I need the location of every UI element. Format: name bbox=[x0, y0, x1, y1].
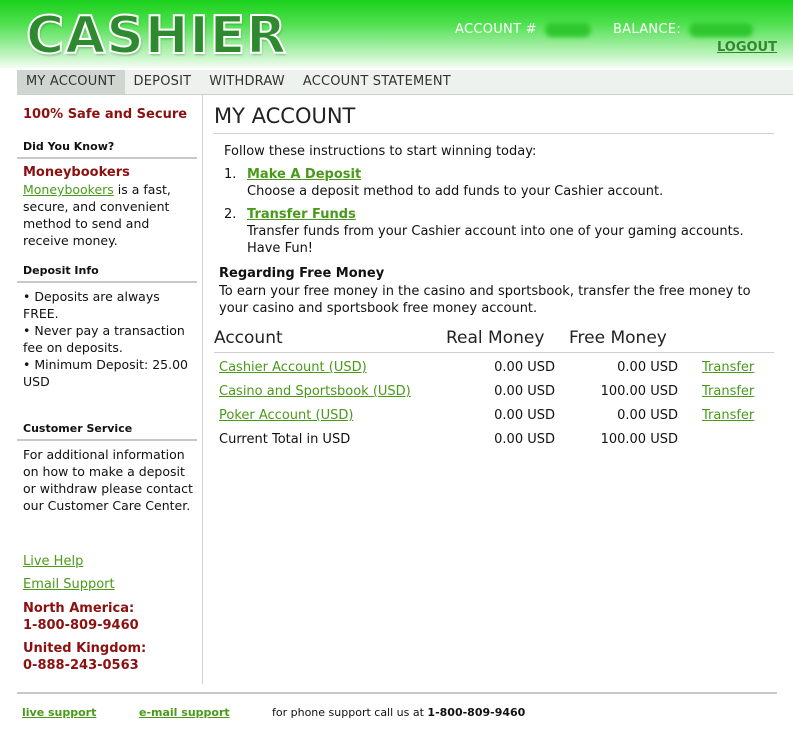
account-number-redacted bbox=[544, 22, 591, 37]
tab-withdraw[interactable]: WITHDRAW bbox=[200, 70, 294, 94]
step-number: 1. bbox=[224, 167, 237, 182]
real-money-value: 0.00 USD bbox=[494, 384, 555, 399]
balance-redacted bbox=[689, 22, 753, 37]
main-content: MY ACCOUNT Follow these instructions to … bbox=[214, 94, 776, 684]
united-kingdom-label: United Kingdom: bbox=[23, 641, 147, 656]
north-america-phone: North America: 1-800-809-9460 bbox=[23, 600, 193, 634]
deposit-info-item: • Minimum Deposit: 25.00 USD bbox=[23, 357, 189, 389]
safe-secure-text: 100% Safe and Secure bbox=[23, 107, 188, 122]
free-money-value: 100.00 USD bbox=[600, 384, 678, 399]
footer-phone-number: 1-800-809-9460 bbox=[427, 706, 526, 719]
total-free-money: 100.00 USD bbox=[600, 432, 678, 447]
total-real-money: 0.00 USD bbox=[494, 432, 555, 447]
real-money-value: 0.00 USD bbox=[494, 408, 555, 423]
accounts-table-header: Account Real Money Free Money bbox=[214, 326, 774, 353]
cashier-logo: CASHIER bbox=[25, 5, 288, 67]
logout-link[interactable]: LOGOUT bbox=[717, 40, 777, 55]
footer-phone-support: for phone support call us at 1-800-809-9… bbox=[272, 706, 525, 719]
email-support-link[interactable]: Email Support bbox=[23, 577, 115, 592]
tab-my-account[interactable]: MY ACCOUNT bbox=[17, 70, 125, 94]
col-account: Account bbox=[214, 328, 283, 348]
balance-label: BALANCE: bbox=[612, 22, 681, 37]
footer-email-support-link[interactable]: e-mail support bbox=[139, 706, 230, 719]
moneybookers-info: Moneybookers Moneybookers is a fast, sec… bbox=[23, 164, 193, 249]
did-you-know-heading: Did You Know? bbox=[17, 140, 197, 159]
col-free-money: Free Money bbox=[569, 328, 667, 348]
deposit-info-item: • Deposits are always FREE. bbox=[23, 289, 160, 321]
footer-divider bbox=[17, 692, 777, 694]
real-money-value: 0.00 USD bbox=[494, 360, 555, 375]
main-nav: MY ACCOUNT DEPOSIT WITHDRAW ACCOUNT STAT… bbox=[17, 70, 793, 95]
tab-deposit[interactable]: DEPOSIT bbox=[125, 70, 201, 94]
transfer-funds-link[interactable]: Transfer Funds bbox=[247, 207, 356, 222]
casino-sportsbook-link[interactable]: Casino and Sportsbook (USD) bbox=[219, 384, 411, 399]
deposit-info-heading: Deposit Info bbox=[17, 264, 197, 283]
free-money-value: 0.00 USD bbox=[617, 360, 678, 375]
total-label: Current Total in USD bbox=[219, 432, 351, 447]
step-description: Choose a deposit method to add funds to … bbox=[247, 184, 664, 199]
footer-phone-text: for phone support call us at bbox=[272, 706, 424, 719]
customer-service-text: For additional information on how to mak… bbox=[23, 447, 193, 513]
free-money-text: To earn your free money in the casino an… bbox=[219, 284, 751, 316]
customer-service-heading: Customer Service bbox=[17, 422, 197, 441]
footer-live-support-link[interactable]: live support bbox=[22, 706, 96, 719]
north-america-number: 1-800-809-9460 bbox=[23, 618, 139, 633]
poker-account-link[interactable]: Poker Account (USD) bbox=[219, 408, 353, 423]
table-total-row: Current Total in USD 0.00 USD 100.00 USD bbox=[214, 432, 774, 456]
north-america-label: North America: bbox=[23, 601, 135, 616]
tab-account-statement[interactable]: ACCOUNT STATEMENT bbox=[294, 70, 460, 94]
table-row: Cashier Account (USD) 0.00 USD 0.00 USD … bbox=[214, 360, 774, 384]
account-info: ACCOUNT # BALANCE: bbox=[455, 22, 753, 37]
transfer-link[interactable]: Transfer bbox=[702, 360, 754, 375]
intro-text: Follow these instructions to start winni… bbox=[224, 144, 537, 159]
table-row: Casino and Sportsbook (USD) 0.00 USD 100… bbox=[214, 384, 774, 408]
col-real-money: Real Money bbox=[446, 328, 545, 348]
make-deposit-link[interactable]: Make A Deposit bbox=[247, 167, 361, 182]
moneybookers-link[interactable]: Moneybookers bbox=[23, 182, 114, 197]
deposit-info-item: • Never pay a transaction fee on deposit… bbox=[23, 323, 185, 355]
page-title: MY ACCOUNT bbox=[214, 104, 774, 134]
header-banner: CASHIER ACCOUNT # BALANCE: LOGOUT bbox=[0, 0, 793, 68]
transfer-link[interactable]: Transfer bbox=[702, 384, 754, 399]
step-description: Transfer funds from your Cashier account… bbox=[247, 224, 744, 256]
free-money-heading: Regarding Free Money bbox=[219, 266, 385, 281]
transfer-link[interactable]: Transfer bbox=[702, 408, 754, 423]
sidebar: 100% Safe and Secure Did You Know? Money… bbox=[17, 94, 203, 684]
united-kingdom-number: 0-888-243-0563 bbox=[23, 658, 139, 673]
free-money-value: 0.00 USD bbox=[617, 408, 678, 423]
live-help-link[interactable]: Live Help bbox=[23, 554, 83, 569]
cashier-account-link[interactable]: Cashier Account (USD) bbox=[219, 360, 367, 375]
step-number: 2. bbox=[224, 207, 237, 222]
united-kingdom-phone: United Kingdom: 0-888-243-0563 bbox=[23, 640, 193, 674]
table-row: Poker Account (USD) 0.00 USD 0.00 USD Tr… bbox=[214, 408, 774, 432]
account-number-label: ACCOUNT # bbox=[454, 22, 537, 37]
deposit-info-list: • Deposits are always FREE. • Never pay … bbox=[23, 288, 193, 390]
moneybookers-title: Moneybookers bbox=[23, 165, 130, 180]
